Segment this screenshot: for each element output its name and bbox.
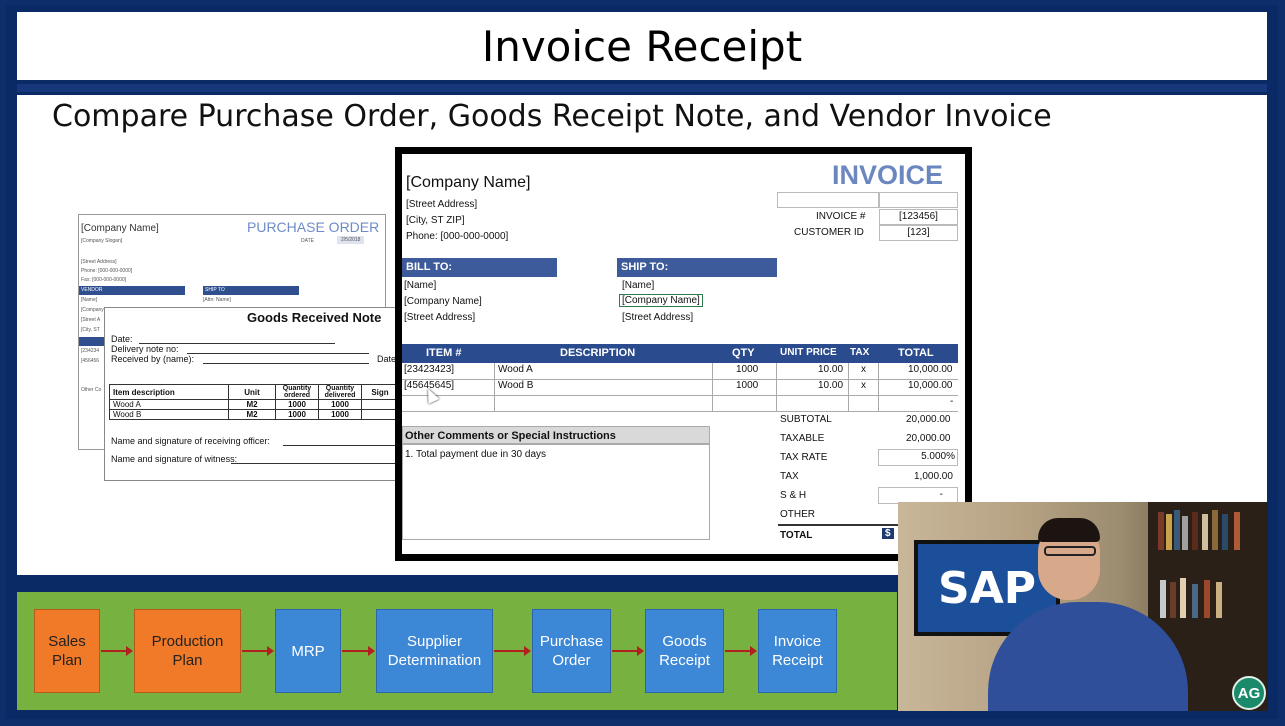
po-phone: Phone: [000-000-0000]: [81, 268, 133, 274]
flow-arrow: [101, 646, 133, 656]
invoice-street: [Street Address]: [406, 199, 478, 210]
comment-1: 1. Total payment due in 30 days: [405, 449, 547, 460]
slide-title-bar: Invoice Receipt: [17, 12, 1267, 80]
channel-badge: AG: [1232, 676, 1266, 710]
invoice-document: [Company Name] INVOICE [Street Address] …: [395, 147, 972, 561]
step-invoice-receipt: Invoice Receipt: [758, 609, 837, 693]
ship-to-company[interactable]: [Company Name]: [619, 294, 703, 307]
flow-arrow: [242, 646, 274, 656]
grn-heading: Goods Received Note: [247, 310, 382, 325]
po-shipto-bar: SHIP TO: [203, 286, 299, 295]
step-sales-plan: Sales Plan: [34, 609, 100, 693]
ship-to-street: [Street Address]: [622, 312, 694, 323]
total-value: $: [882, 528, 894, 539]
invoice-number: [123456]: [879, 209, 958, 225]
po-vendor-city: [City, ST: [81, 327, 100, 333]
step-goods-receipt: Goods Receipt: [645, 609, 724, 693]
po-item-1: [234234: [81, 348, 100, 354]
goods-received-note-document: Goods Received Note Date: Delivery note …: [104, 307, 406, 481]
po-date-label: DATE: [301, 238, 314, 244]
po-street: [Street Address]: [81, 259, 117, 265]
presenter-hair: [1038, 518, 1100, 542]
sap-logo: SAP: [938, 562, 1036, 614]
flow-arrow: [342, 646, 375, 656]
invoice-number-label: INVOICE #: [816, 211, 866, 222]
bill-to-name: [Name]: [404, 280, 437, 291]
grn-received-label: Received by (name):: [111, 354, 195, 364]
process-flow: Sales Plan Production Plan MRP Supplier Det…: [17, 592, 897, 710]
po-other: Other Co: [81, 387, 102, 393]
grn-sig-witness: Name and signature of witness:: [111, 454, 238, 464]
slide-subtitle: Compare Purchase Order, Goods Receipt No…: [52, 99, 1052, 134]
flow-arrow: [612, 646, 644, 656]
grn-delivery-label: Delivery note no:: [111, 344, 179, 354]
invoice-company: [Company Name]: [406, 174, 531, 191]
flow-arrow: [725, 646, 757, 656]
po-date-value: 2/5/2018: [337, 236, 365, 244]
tax-rate-value: 5.000%: [878, 449, 958, 466]
tax-value: 1,000.00: [914, 471, 953, 482]
ship-to-header: SHIP TO:: [617, 258, 777, 277]
po-slogan: [Company Slogan]: [81, 238, 123, 244]
invoice-city: [City, ST ZIP]: [406, 215, 465, 226]
title-divider: [17, 84, 1267, 92]
table-row: [45645645] Wood B 1000 10.00 x 10,000.00: [402, 379, 958, 396]
comments-header: Other Comments or Special Instructions: [402, 426, 710, 444]
po-item-2: [456456: [81, 358, 100, 364]
presenter-glasses: [1044, 546, 1096, 556]
bill-to-header: BILL TO:: [402, 258, 557, 277]
grn-date-right: Date: [377, 354, 397, 364]
grn-date-label: Date:: [111, 334, 133, 344]
table-row: -: [402, 395, 958, 412]
po-ship-name: [Attn: Name]: [203, 297, 231, 303]
step-purchase-order: Purchase Order: [532, 609, 611, 693]
grn-table: Item description Unit Quantity ordered Q…: [109, 384, 399, 420]
slide-title: Invoice Receipt: [481, 21, 803, 71]
invoice-heading: INVOICE: [832, 160, 944, 190]
customer-id: [123]: [879, 225, 958, 241]
table-row: [23423423] Wood A 1000 10.00 x 10,000.00: [402, 363, 958, 380]
customer-id-label: CUSTOMER ID: [794, 227, 864, 238]
table-row: Wood A M2 1000 1000: [109, 399, 399, 410]
po-fax: Fax: [000-000-0000]: [81, 277, 127, 283]
flow-arrow: [494, 646, 531, 656]
ship-to-name: [Name]: [622, 280, 655, 291]
step-mrp: MRP: [275, 609, 341, 693]
comments-box: 1. Total payment due in 30 days: [402, 444, 710, 540]
presenter-video: SAP: [898, 502, 1268, 711]
grn-sig-officer: Name and signature of receiving officer:: [111, 436, 270, 446]
table-row: Wood B M2 1000 1000: [109, 409, 399, 420]
po-company: [Company Name]: [81, 223, 159, 234]
po-vendor-name: [Name]: [81, 297, 98, 303]
items-table-header: ITEM # DESCRIPTION QTY UNIT PRICE TAX TO…: [402, 344, 958, 363]
po-vendor-company: [Company: [81, 307, 104, 313]
invoice-phone: Phone: [000-000-0000]: [406, 231, 509, 242]
bill-to-company: [Company Name]: [404, 296, 482, 307]
taxable-value: 20,000.00: [906, 433, 951, 444]
subtotal-value: 20,000.00: [906, 414, 951, 425]
po-heading: PURCHASE ORDER: [247, 219, 380, 235]
bill-to-street: [Street Address]: [404, 312, 476, 323]
step-production-plan: Production Plan: [134, 609, 241, 693]
step-supplier-determination: Supplier Determination: [376, 609, 493, 693]
total-label: TOTAL: [780, 530, 813, 541]
po-vendor-bar: VENDOR: [79, 286, 185, 295]
po-vendor-street: [Street A: [81, 317, 101, 323]
